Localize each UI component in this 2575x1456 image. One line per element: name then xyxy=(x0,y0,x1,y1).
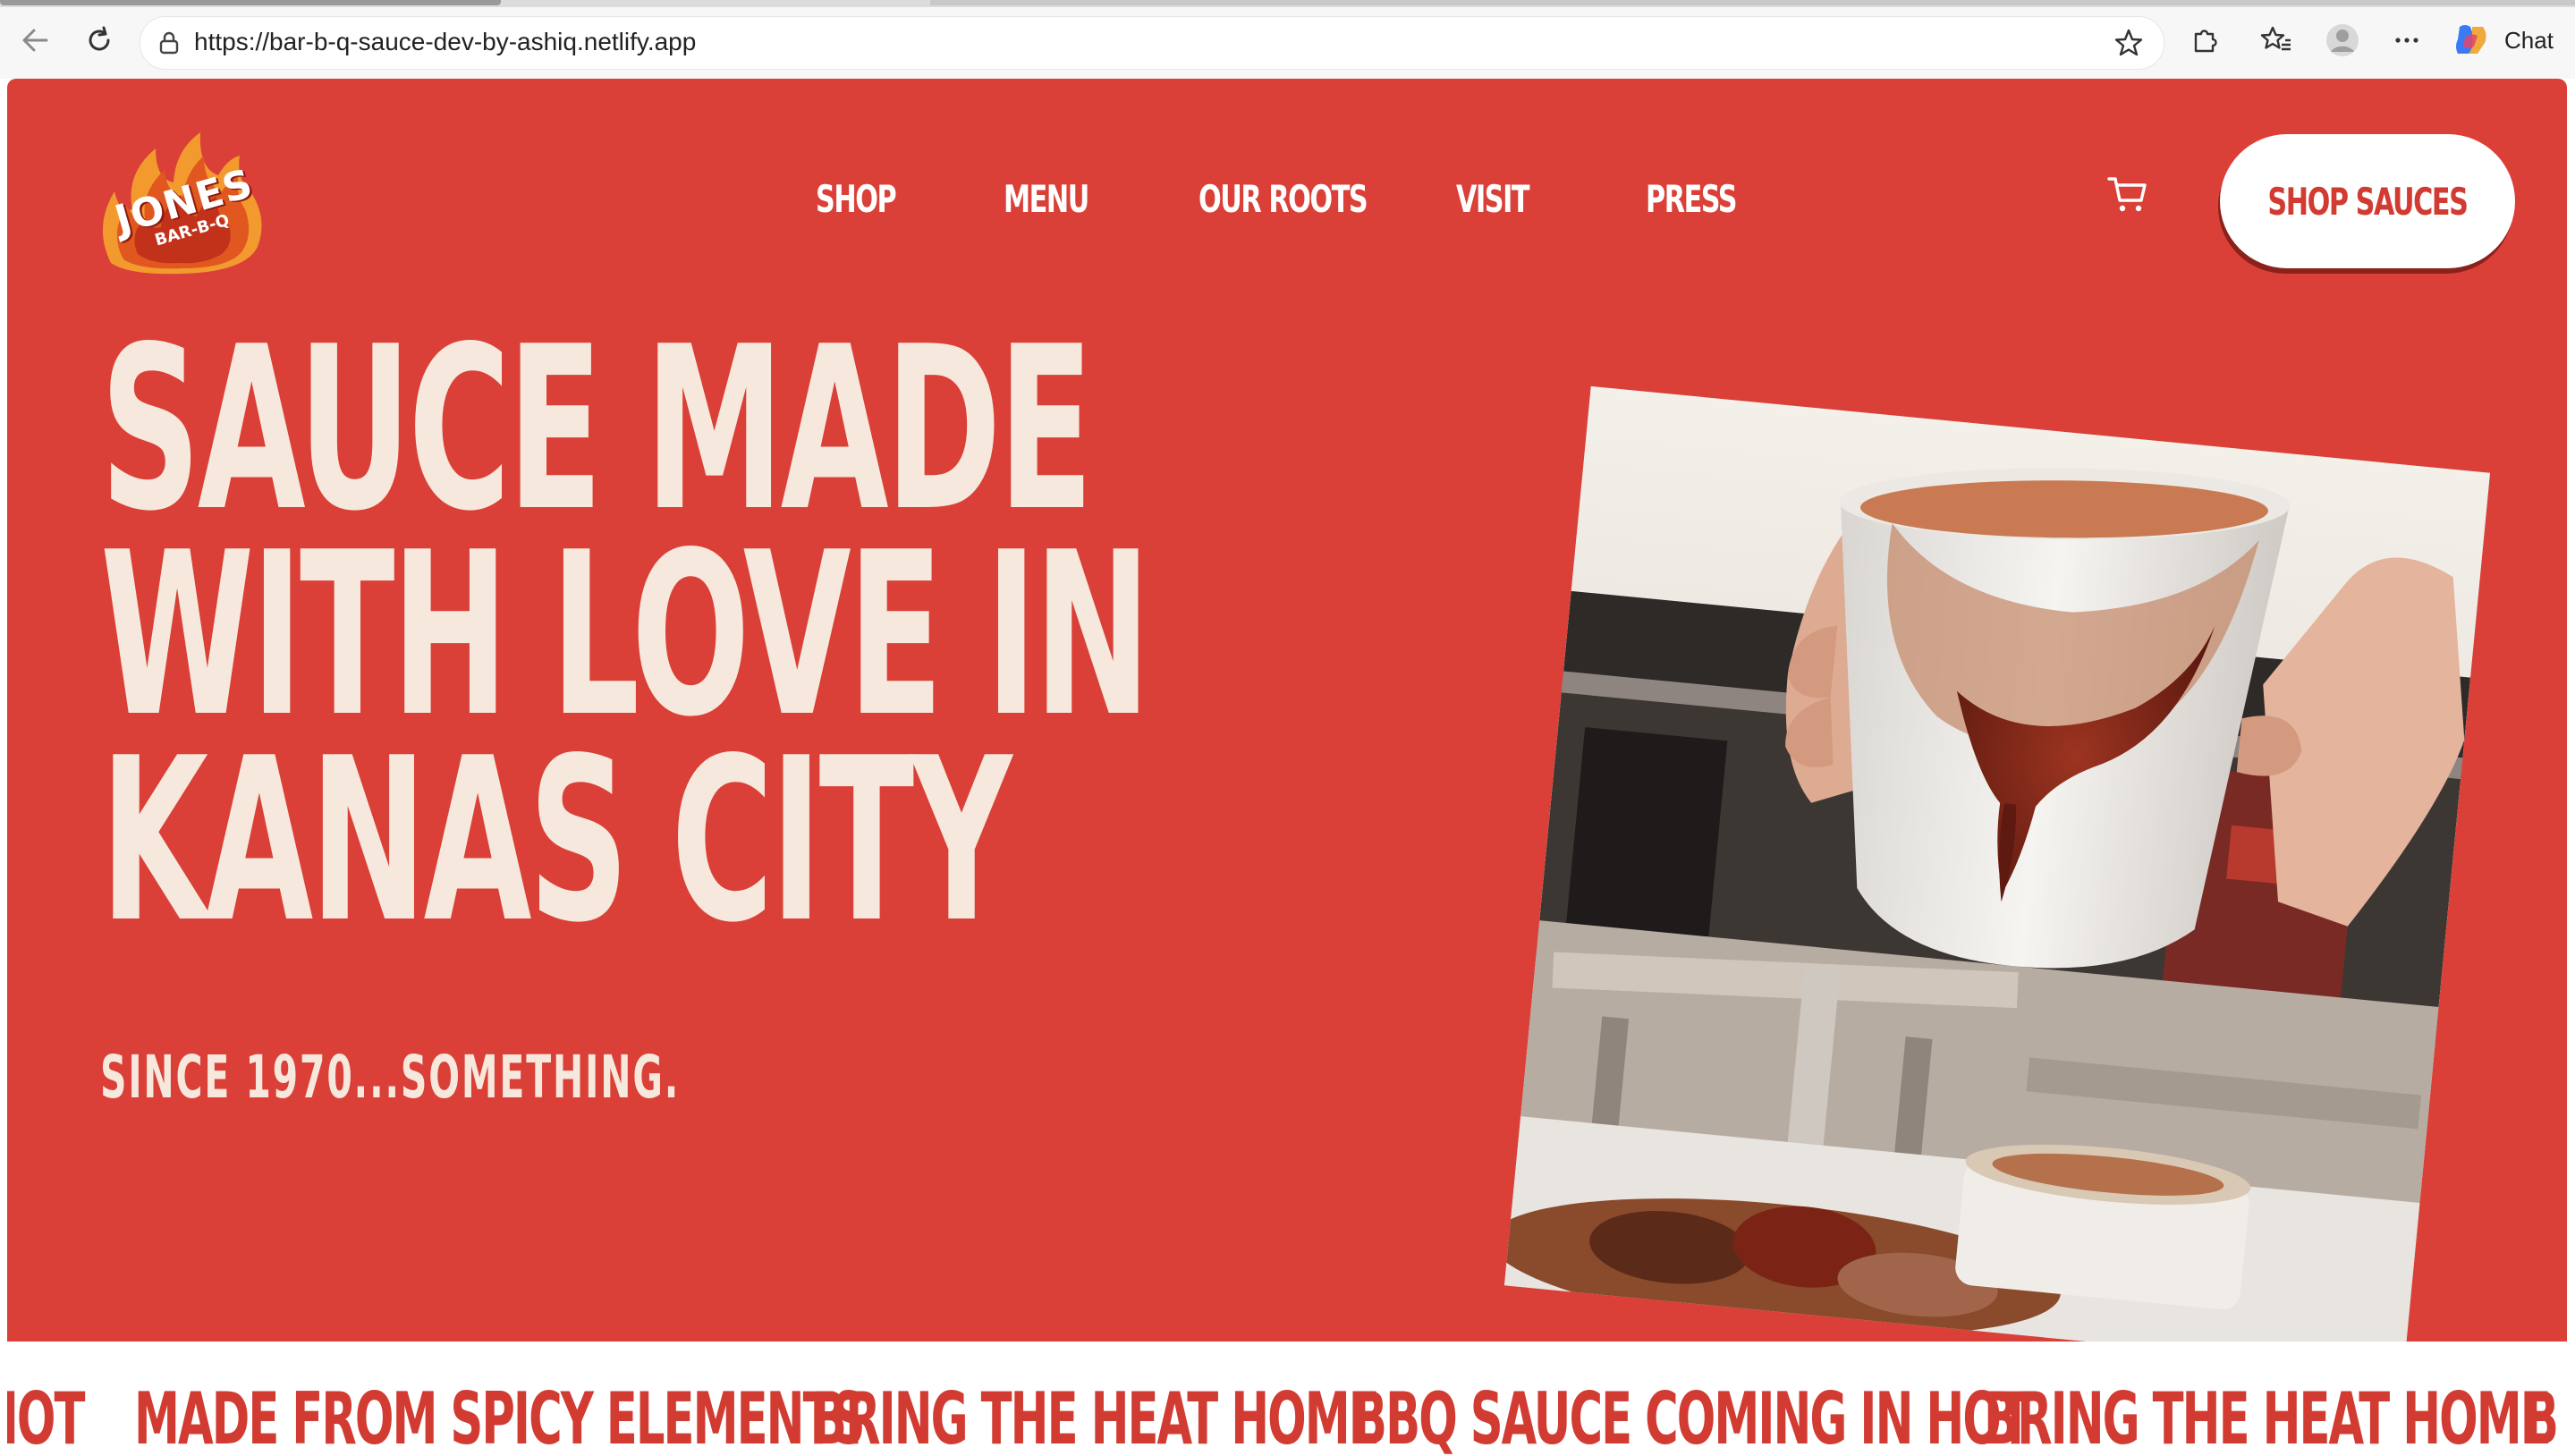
marquee-item: MADE FROM SPICY ELEMENTS xyxy=(134,1377,865,1456)
nav-link-menu[interactable]: MENU xyxy=(1004,177,1089,221)
avatar-icon xyxy=(2326,24,2359,56)
marquee-item: BRING THE HEAT HOME xyxy=(812,1377,1380,1456)
headline-line-2: WITH LOVE IN xyxy=(100,504,1151,766)
settings-more-button[interactable] xyxy=(2386,20,2427,61)
active-tab-edge[interactable] xyxy=(0,0,501,5)
inactive-tab-edge[interactable] xyxy=(930,0,2575,5)
browser-chrome: https://bar-b-q-sauce-dev-by-ashiq.netli… xyxy=(0,0,2575,79)
marquee-track: HOTMADE FROM SPICY ELEMENTSBRING THE HEA… xyxy=(7,1377,2567,1456)
favorites-button[interactable] xyxy=(2256,20,2297,61)
more-dots-icon xyxy=(2395,38,2418,43)
site-logo[interactable]: JONES BAR-B-Q xyxy=(93,129,268,281)
shop-sauces-button[interactable]: SHOP SAUCES xyxy=(2220,134,2515,268)
marquee-item: BBQ SAUCE COMING IN HOT xyxy=(1352,1377,2031,1456)
nav-link-visit[interactable]: VISIT xyxy=(1456,177,1530,221)
puzzle-piece-icon xyxy=(2194,30,2217,53)
marquee-item: B xyxy=(2524,1377,2559,1456)
cart-icon[interactable] xyxy=(2105,172,2150,216)
reload-button[interactable] xyxy=(79,20,120,61)
favorite-star-icon[interactable] xyxy=(2113,28,2144,58)
hero-tagline: SINCE 1970...SOMETHING. xyxy=(100,1043,681,1112)
sauce-photo-illustration xyxy=(1503,385,2491,1373)
marquee-banner: HOTMADE FROM SPICY ELEMENTSBRING THE HEA… xyxy=(7,1342,2567,1456)
back-button[interactable] xyxy=(14,20,55,61)
reload-icon xyxy=(89,26,110,51)
profile-button[interactable] xyxy=(2322,20,2363,61)
web-page: JONES BAR-B-Q SHOP MENU OUR ROOTS VISIT … xyxy=(7,79,2567,1456)
headline-line-1: SAUCE MADE xyxy=(100,299,1094,561)
site-info-icon[interactable] xyxy=(157,30,182,55)
marquee-item: HOT xyxy=(7,1377,85,1456)
hero-photo-sauce-cup xyxy=(1503,385,2491,1373)
nav-link-press[interactable]: PRESS xyxy=(1646,177,1738,221)
url-text[interactable]: https://bar-b-q-sauce-dev-by-ashiq.netli… xyxy=(194,28,696,56)
hero-headline: SAUCE MADE WITH LOVE IN KANAS CITY xyxy=(100,299,1151,972)
copilot-button[interactable] xyxy=(2451,20,2492,61)
chat-label[interactable]: Chat xyxy=(2504,27,2554,55)
nav-link-shop[interactable]: SHOP xyxy=(816,177,897,221)
back-arrow-icon xyxy=(22,29,48,52)
copilot-icon xyxy=(2456,25,2486,54)
hero-section: JONES BAR-B-Q SHOP MENU OUR ROOTS VISIT … xyxy=(7,79,2567,1373)
shop-sauces-label: SHOP SAUCES xyxy=(2267,179,2469,224)
extensions-button[interactable] xyxy=(2184,20,2225,61)
favorites-list-icon xyxy=(2260,26,2291,51)
headline-line-3: KANAS CITY xyxy=(100,710,1012,972)
nav-link-our-roots[interactable]: OUR ROOTS xyxy=(1199,177,1368,221)
marquee-item: BRING THE HEAT HOME xyxy=(1984,1377,2552,1456)
address-bar[interactable]: https://bar-b-q-sauce-dev-by-ashiq.netli… xyxy=(140,16,2164,70)
